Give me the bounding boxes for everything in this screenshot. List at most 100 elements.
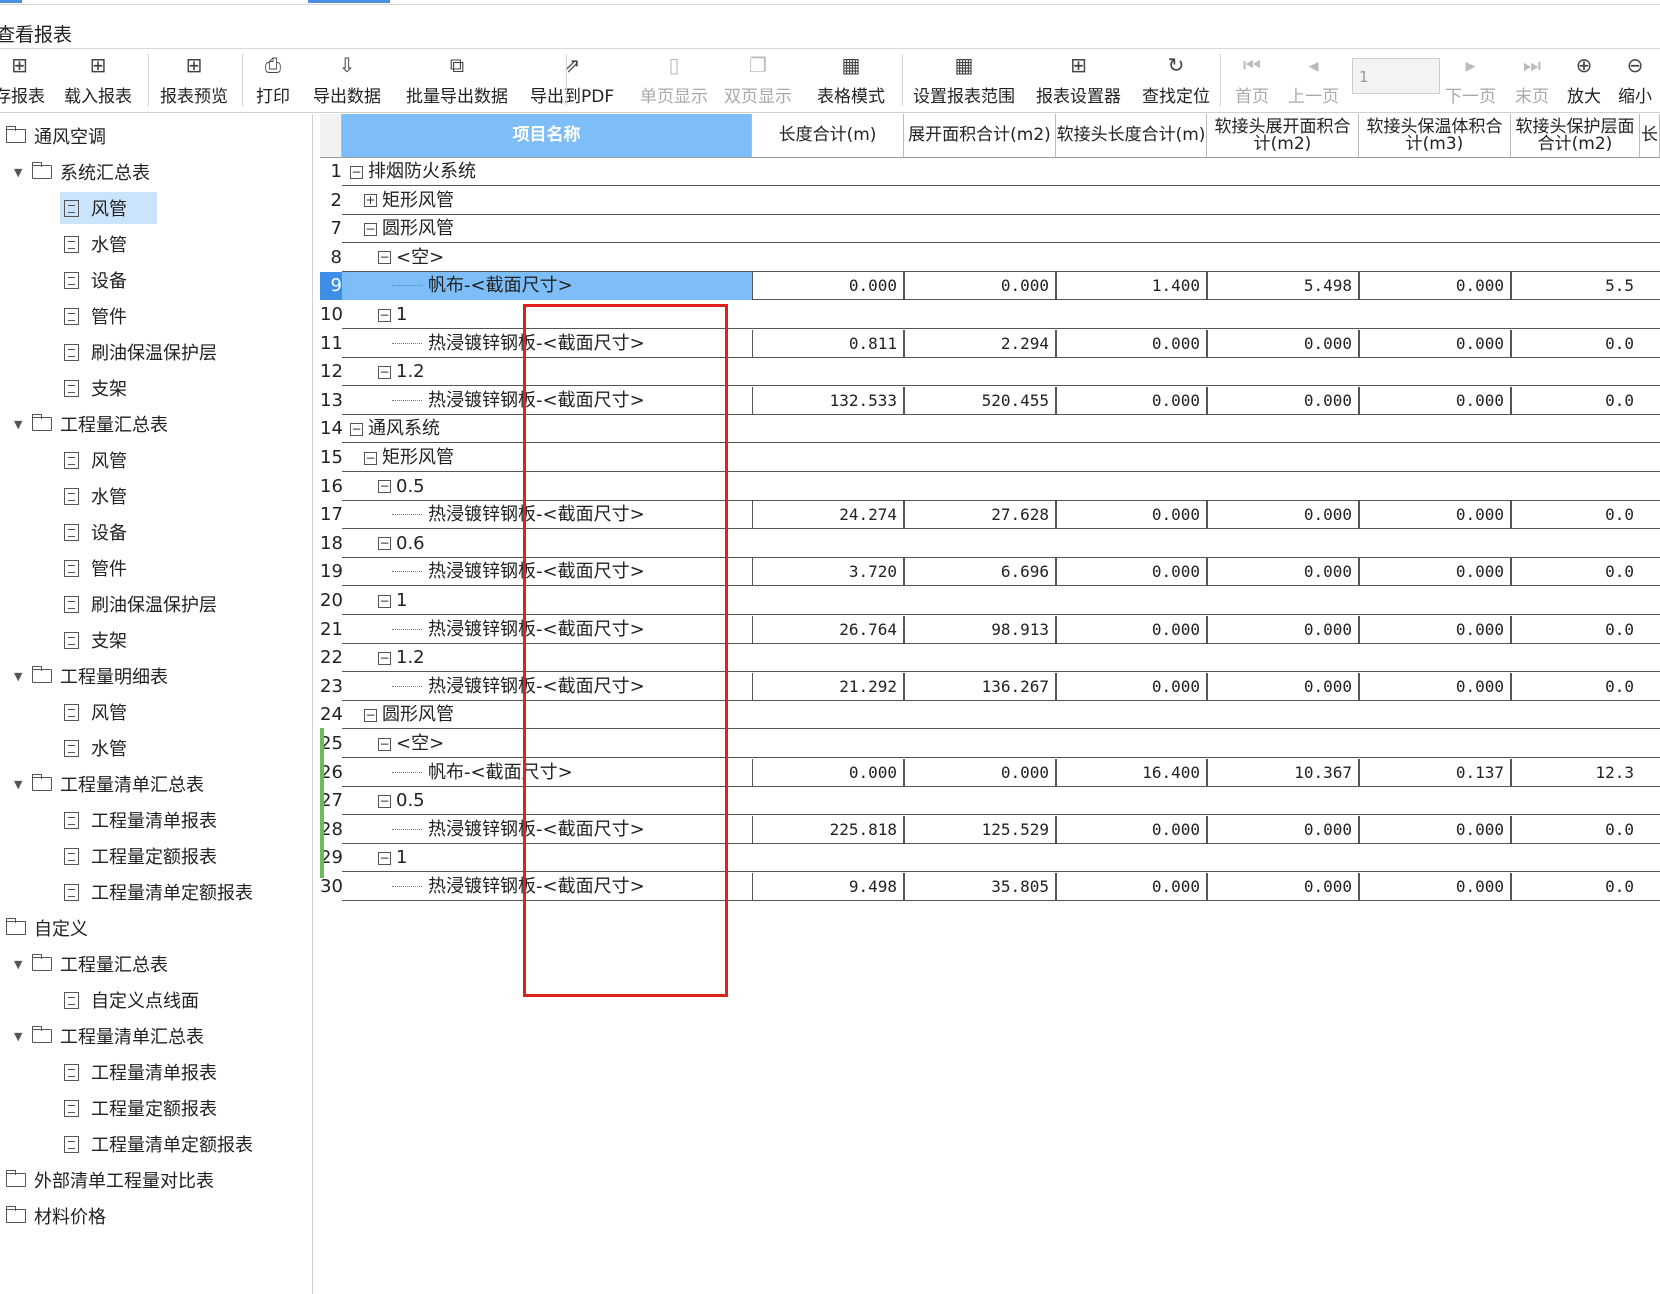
chevron-down-icon[interactable]: ▼ [14, 166, 26, 179]
row-number[interactable]: 13 [320, 386, 343, 415]
column-header[interactable]: 软接头保护层面合计(m2) [1511, 114, 1640, 158]
tree-item-report[interactable]: 设备 [64, 264, 127, 296]
tree-name-cell[interactable]: −1.2 [378, 358, 425, 386]
value-cell[interactable]: 27.628 [904, 501, 1056, 530]
value-cell[interactable]: 0.000 [1207, 329, 1359, 358]
table-row[interactable] [342, 244, 1660, 272]
row-number[interactable]: 20 [320, 587, 343, 615]
toolbar-button-18[interactable]: ⊖ 缩小 [1618, 50, 1652, 112]
toolbar-button-16[interactable]: ⏭ 末页 [1515, 50, 1549, 112]
tree-name-cell[interactable]: − 排烟防火系统 [350, 158, 476, 186]
table-row[interactable] [342, 215, 1660, 244]
value-cell[interactable]: 98.913 [904, 615, 1056, 644]
value-cell[interactable]: 0.0 [1511, 329, 1640, 358]
value-cell[interactable]: 3.720 [752, 558, 904, 587]
value-cell[interactable]: 21.292 [752, 672, 904, 701]
tree-item-report[interactable]: 风管 [64, 696, 127, 728]
tree-item-folder[interactable]: ▼ 工程量明细表 [14, 660, 168, 692]
row-number[interactable]: 7 [320, 215, 342, 244]
tree-item-report[interactable]: 设备 [64, 516, 127, 548]
value-cell[interactable]: 0.000 [1359, 272, 1511, 301]
collapse-icon[interactable]: − [378, 794, 391, 808]
collapse-icon[interactable]: − [364, 222, 377, 236]
tree-name-cell[interactable]: − 通风系统 [350, 415, 440, 443]
value-cell[interactable]: 0.0 [1511, 672, 1640, 701]
chevron-down-icon[interactable]: ▼ [14, 670, 26, 683]
row-number[interactable]: 15 [320, 444, 343, 472]
row-number[interactable]: 1 [320, 158, 342, 186]
value-cell[interactable]: 9.498 [752, 873, 904, 901]
toolbar-button-10[interactable]: ▦ 设置报表范围 [913, 50, 1015, 112]
toolbar-button-12[interactable]: ↻ 查找定位 [1142, 50, 1210, 112]
value-cell[interactable]: 0.000 [1359, 815, 1511, 844]
tree-item-report[interactable]: 工程量清单报表 [64, 804, 217, 836]
tree-item-report[interactable]: 管件 [64, 300, 127, 332]
value-cell[interactable]: 0.000 [1359, 501, 1511, 530]
column-header[interactable]: 软接头展开面积合计(m2) [1207, 114, 1359, 158]
tree-name-cell[interactable]: − 矩形风管 [364, 444, 454, 472]
toolbar-button-15[interactable]: ▸ 下一页 [1445, 50, 1496, 112]
expand-icon[interactable]: + [364, 194, 377, 208]
value-cell[interactable]: 0.000 [752, 272, 904, 301]
row-number[interactable]: 22 [320, 644, 343, 673]
value-cell[interactable]: 0.137 [1359, 758, 1511, 787]
value-cell[interactable]: 136.267 [904, 672, 1056, 701]
value-cell[interactable]: 0.0 [1511, 501, 1640, 530]
row-number[interactable]: 23 [320, 672, 343, 701]
value-cell[interactable]: 24.274 [752, 501, 904, 530]
value-cell[interactable]: 2.294 [904, 329, 1056, 358]
value-cell[interactable]: 0.000 [1359, 672, 1511, 701]
value-cell[interactable]: 0.811 [752, 329, 904, 358]
row-number[interactable]: 17 [320, 501, 343, 530]
tree-item-folder[interactable]: ▼ 工程量汇总表 [14, 408, 168, 440]
column-header[interactable]: 展开面积合计(m2) [904, 114, 1056, 158]
value-cell[interactable]: 26.764 [752, 615, 904, 644]
value-cell[interactable]: 16.400 [1056, 758, 1207, 787]
tree-item-report[interactable]: 自定义点线面 [64, 984, 199, 1016]
tree-item-folder[interactable]: 通风空调 [6, 120, 106, 152]
tree-name-cell[interactable]: + 矩形风管 [364, 187, 454, 215]
toolbar-button-0[interactable]: ⊞ 存报表 [0, 50, 45, 112]
row-number[interactable]: 11 [320, 329, 343, 358]
row-number[interactable]: 8 [320, 243, 342, 272]
value-cell[interactable]: 0.0 [1511, 873, 1640, 901]
value-cell[interactable]: 0.0 [1511, 558, 1640, 587]
tree-name-cell[interactable]: −0.6 [378, 530, 425, 558]
tree-item-report[interactable]: 管件 [64, 552, 127, 584]
value-cell[interactable]: 0.000 [904, 758, 1056, 787]
chevron-down-icon[interactable]: ▼ [14, 1030, 26, 1043]
value-cell[interactable]: 125.529 [904, 815, 1056, 844]
value-cell[interactable]: 0.000 [1207, 501, 1359, 530]
tree-name-cell[interactable]: 帆布-<截面尺寸> [342, 272, 752, 301]
value-cell[interactable]: 0.000 [1056, 329, 1207, 358]
tree-item-folder[interactable]: 外部清单工程量对比表 [6, 1164, 214, 1196]
tree-name-cell[interactable]: − <空> [378, 244, 444, 272]
tree-item-report[interactable]: 工程量清单定额报表 [64, 1128, 253, 1160]
tree-item-folder[interactable]: 材料价格 [6, 1200, 106, 1232]
tree-name-cell[interactable]: −0.5 [378, 473, 425, 501]
tree-item-report[interactable]: 水管 [64, 228, 127, 260]
toolbar-button-5[interactable]: ⧉ 批量导出数据 [406, 50, 508, 112]
value-cell[interactable]: 0.000 [1056, 873, 1207, 901]
value-cell[interactable]: 0.0 [1511, 386, 1640, 415]
value-cell[interactable]: 1.400 [1056, 272, 1207, 301]
tree-item-report[interactable]: 支架 [64, 624, 127, 656]
column-header[interactable]: 长度合计(m) [752, 114, 904, 158]
value-cell[interactable]: 0.000 [1207, 672, 1359, 701]
value-cell[interactable]: 5.498 [1207, 272, 1359, 301]
toolbar-button-9[interactable]: ▦ 表格模式 [817, 50, 885, 112]
collapse-icon[interactable]: − [378, 651, 391, 665]
value-cell[interactable]: 520.455 [904, 386, 1056, 415]
collapse-icon[interactable]: − [364, 451, 377, 465]
collapse-icon[interactable]: − [364, 708, 377, 722]
collapse-icon[interactable]: − [378, 594, 391, 608]
table-row[interactable] [342, 187, 1660, 215]
tree-item-folder[interactable]: ▼ 系统汇总表 [14, 156, 150, 188]
toolbar-button-2[interactable]: ⊞ 报表预览 [160, 50, 228, 112]
tree-item-report[interactable]: 风管 [60, 192, 157, 224]
tree-name-cell[interactable]: − <空> [378, 730, 444, 758]
collapse-icon[interactable]: − [378, 308, 391, 322]
row-number[interactable]: 10 [320, 301, 343, 329]
column-header[interactable]: 软接头保温体积合计(m3) [1359, 114, 1511, 158]
value-cell[interactable]: 0.000 [1056, 501, 1207, 530]
